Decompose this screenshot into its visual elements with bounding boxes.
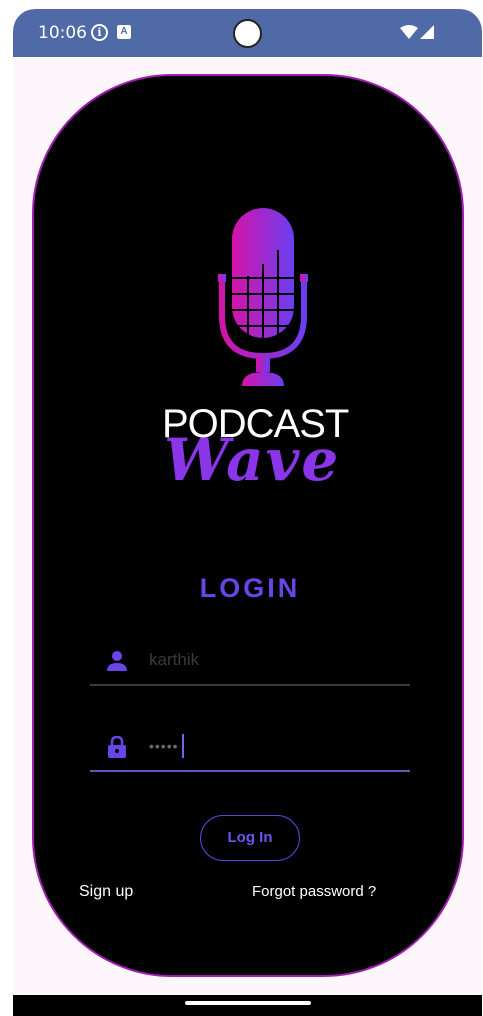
- login-title: LOGIN: [199, 573, 301, 603]
- text-cursor: [182, 734, 184, 758]
- username-field[interactable]: karthik: [90, 636, 410, 686]
- login-card: PODCAST Wave LOGIN karthik ••••• Log In …: [32, 74, 464, 977]
- wifi-icon: [400, 25, 418, 39]
- signal-icon: [420, 25, 434, 39]
- username-value: karthik: [149, 650, 200, 669]
- logo-text-wave: Wave: [164, 426, 341, 494]
- phone-screen: 10:06 i A PODCAST Wave LOGIN karthik •••…: [13, 9, 482, 1016]
- info-icon: i: [91, 24, 108, 41]
- login-button[interactable]: Log In: [200, 815, 300, 861]
- status-time: 10:06: [38, 23, 87, 43]
- signup-link[interactable]: Sign up: [79, 883, 133, 901]
- forgot-password-link[interactable]: Forgot password ?: [252, 883, 376, 900]
- camera-cutout: [233, 19, 262, 48]
- lock-icon: [108, 736, 126, 758]
- navigation-bar: [13, 995, 482, 1016]
- person-icon: [107, 651, 127, 671]
- microphone-icon: [218, 208, 308, 386]
- password-value: •••••: [149, 738, 179, 754]
- home-gesture-handle[interactable]: [185, 1001, 311, 1005]
- password-field[interactable]: •••••: [90, 722, 410, 772]
- status-bar: 10:06 i A: [13, 9, 482, 57]
- a-notification-icon: A: [117, 25, 131, 39]
